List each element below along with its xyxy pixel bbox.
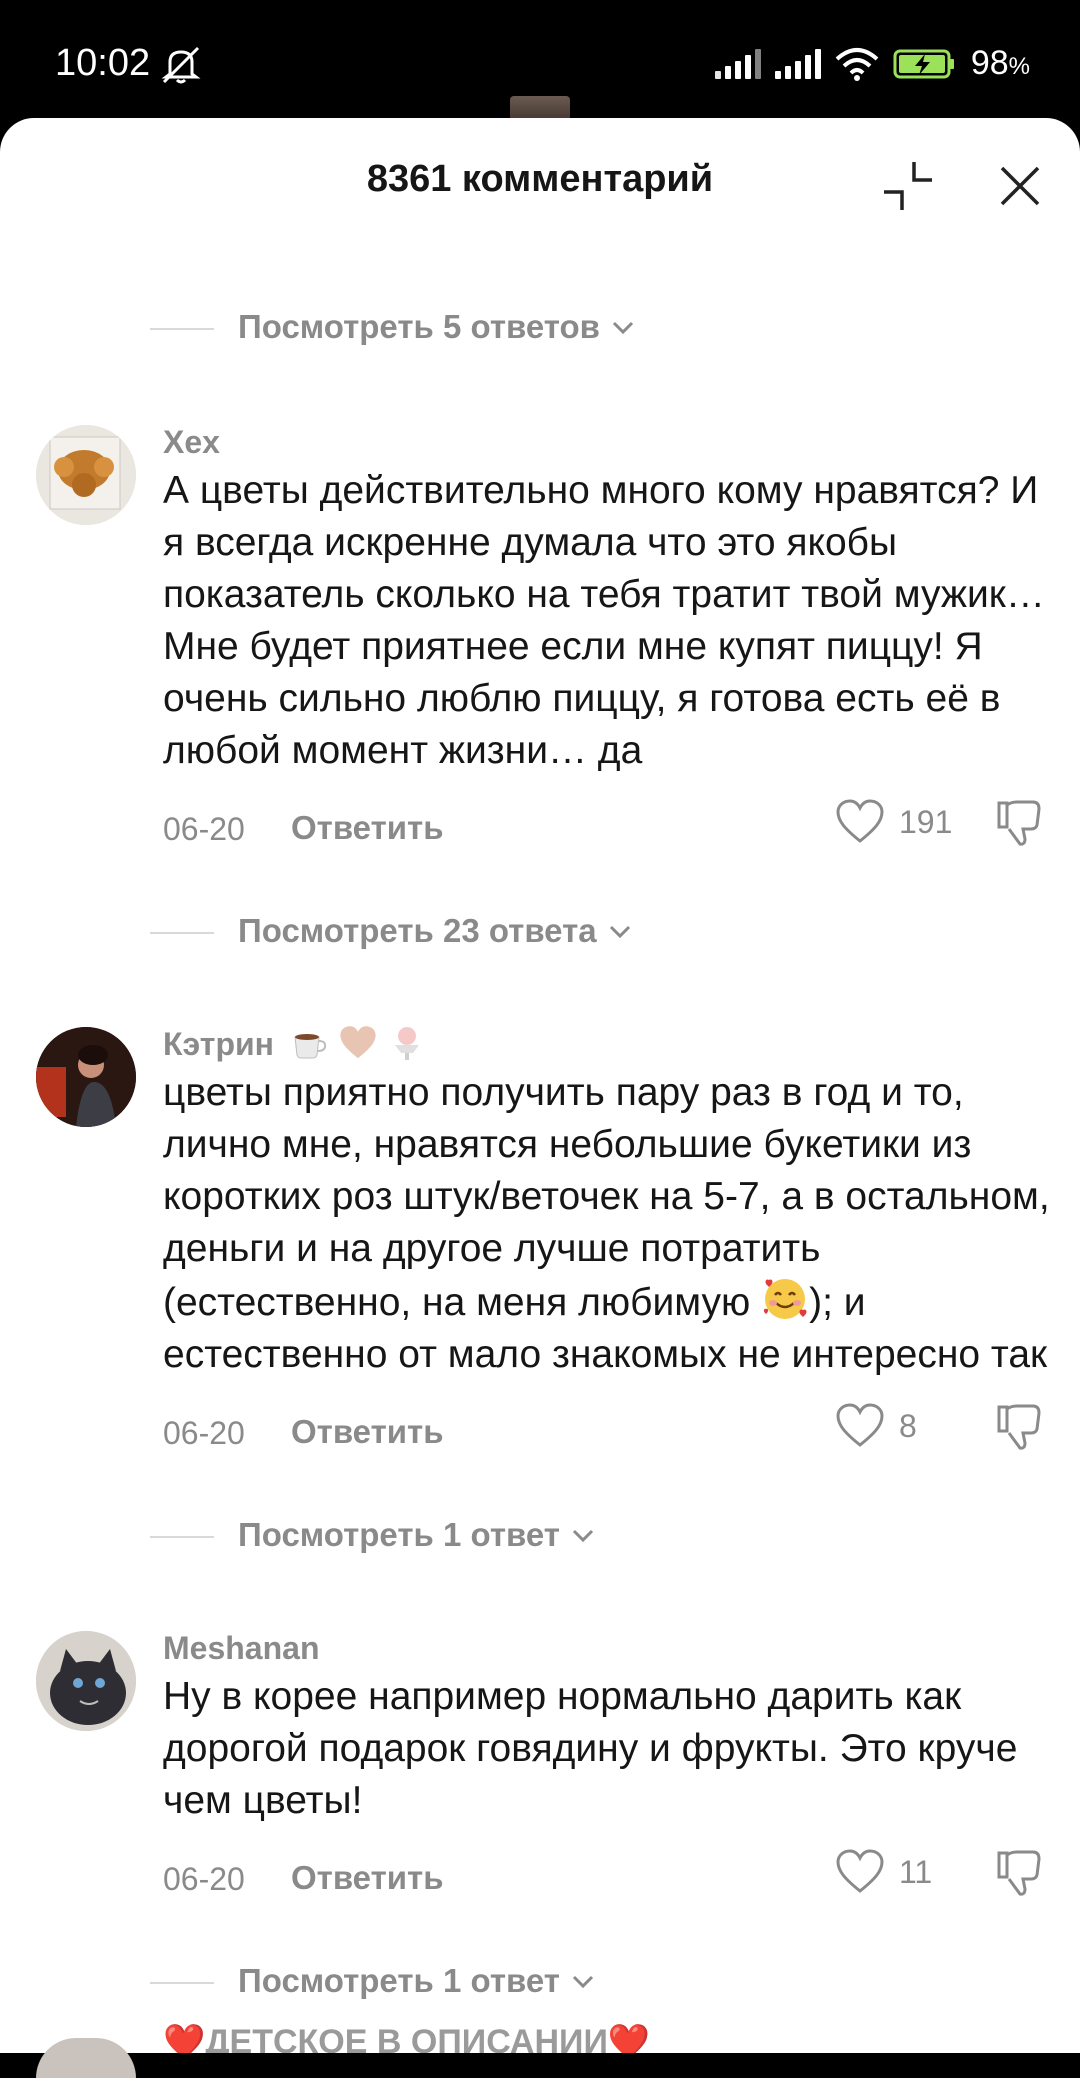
heart-icon <box>836 799 884 843</box>
replies-divider <box>150 932 214 934</box>
smiling-face-with-hearts-emoji <box>764 1279 807 1319</box>
comment-username[interactable]: Кэтрин <box>163 1021 1058 1067</box>
chevron-down-icon <box>612 321 633 335</box>
comment-text: цветы приятно получить пару раз в год и … <box>163 1071 1050 1376</box>
chevron-down-icon <box>572 1975 593 1989</box>
comment-item: Кэтрин цветы приятно получить пару раз в… <box>0 1021 1080 1591</box>
like-button[interactable]: 8 <box>835 1403 917 1449</box>
battery-charging-icon <box>893 49 954 78</box>
reply-button[interactable]: Ответить <box>291 809 444 847</box>
battery-percent: 98% <box>970 44 1030 82</box>
comment-actions: 06-20 Ответить 8 <box>163 1381 1058 1491</box>
like-count: 11 <box>899 1853 933 1890</box>
like-button[interactable]: 11 <box>835 1849 932 1895</box>
ice-cream-emoji <box>394 1027 419 1060</box>
heart-icon <box>836 1849 884 1893</box>
close-icon[interactable] <box>990 156 1050 216</box>
comment-text: А цветы действительно много кому нравятс… <box>163 469 1045 772</box>
signal-icon <box>774 48 821 79</box>
coffee-emoji <box>294 1034 327 1059</box>
comment-actions: 06-20 Ответить 191 <box>163 777 1058 887</box>
dislike-icon[interactable] <box>993 797 1045 849</box>
reply-button[interactable]: Ответить <box>291 1413 444 1451</box>
avatar[interactable] <box>36 425 136 525</box>
replies-divider <box>150 1982 214 1984</box>
comments-sheet: 8361 комментарий Посмотреть 5 ответов Xe… <box>0 118 1080 2053</box>
next-comment-username[interactable]: ❤️ДЕТСКОЕ В ОПИСАНИИ❤️ <box>163 2022 650 2053</box>
silent-icon <box>161 46 201 84</box>
comment-text: Ну в корее например нормально дарить как… <box>163 1675 1018 1822</box>
avatar[interactable] <box>36 1631 136 1731</box>
like-count: 191 <box>899 803 953 840</box>
comment-list: Посмотреть 5 ответов Xex А цветы действи… <box>0 283 1080 2037</box>
reply-button[interactable]: Ответить <box>291 1859 444 1897</box>
dislike-icon[interactable] <box>993 1401 1045 1453</box>
avatar[interactable] <box>36 1027 136 1127</box>
collapse-icon[interactable] <box>880 158 936 214</box>
view-replies-label: Посмотреть 1 ответ <box>238 1516 560 1553</box>
dislike-icon[interactable] <box>993 1847 1045 1899</box>
heart-emoji <box>340 1026 376 1059</box>
comment-item: Meshanan Ну в корее например нормально д… <box>0 1625 1080 2037</box>
status-time: 10:02 <box>55 42 151 84</box>
view-replies-label: Посмотреть 1 ответ <box>238 1962 560 1999</box>
view-replies-button[interactable]: Посмотреть 23 ответа <box>0 887 1080 987</box>
wifi-icon <box>835 47 879 81</box>
signal-icon <box>714 48 761 79</box>
view-replies-label: Посмотреть 23 ответа <box>238 912 597 949</box>
comment-username[interactable]: Meshanan <box>163 1625 1058 1671</box>
status-icons: 98% <box>714 44 1030 83</box>
view-replies-label: Посмотреть 5 ответов <box>238 308 600 345</box>
view-replies-button[interactable]: Посмотреть 5 ответов <box>0 283 1080 373</box>
sheet-header: 8361 комментарий <box>0 118 1080 238</box>
like-button[interactable]: 191 <box>835 799 952 845</box>
comment-date: 06-20 <box>163 1861 245 1897</box>
like-count: 8 <box>899 1407 917 1444</box>
comment-date: 06-20 <box>163 811 245 847</box>
chevron-down-icon <box>572 1529 593 1543</box>
replies-divider <box>150 1536 214 1538</box>
comment-item: Xex А цветы действительно много кому нра… <box>0 419 1080 987</box>
comment-actions: 06-20 Ответить 11 <box>163 1827 1058 1937</box>
chevron-down-icon <box>609 925 630 939</box>
heart-icon <box>836 1403 884 1447</box>
comment-date: 06-20 <box>163 1415 245 1451</box>
view-replies-button[interactable]: Посмотреть 1 ответ <box>0 1491 1080 1591</box>
comment-username[interactable]: Xex <box>163 419 1058 465</box>
replies-divider <box>150 328 214 330</box>
